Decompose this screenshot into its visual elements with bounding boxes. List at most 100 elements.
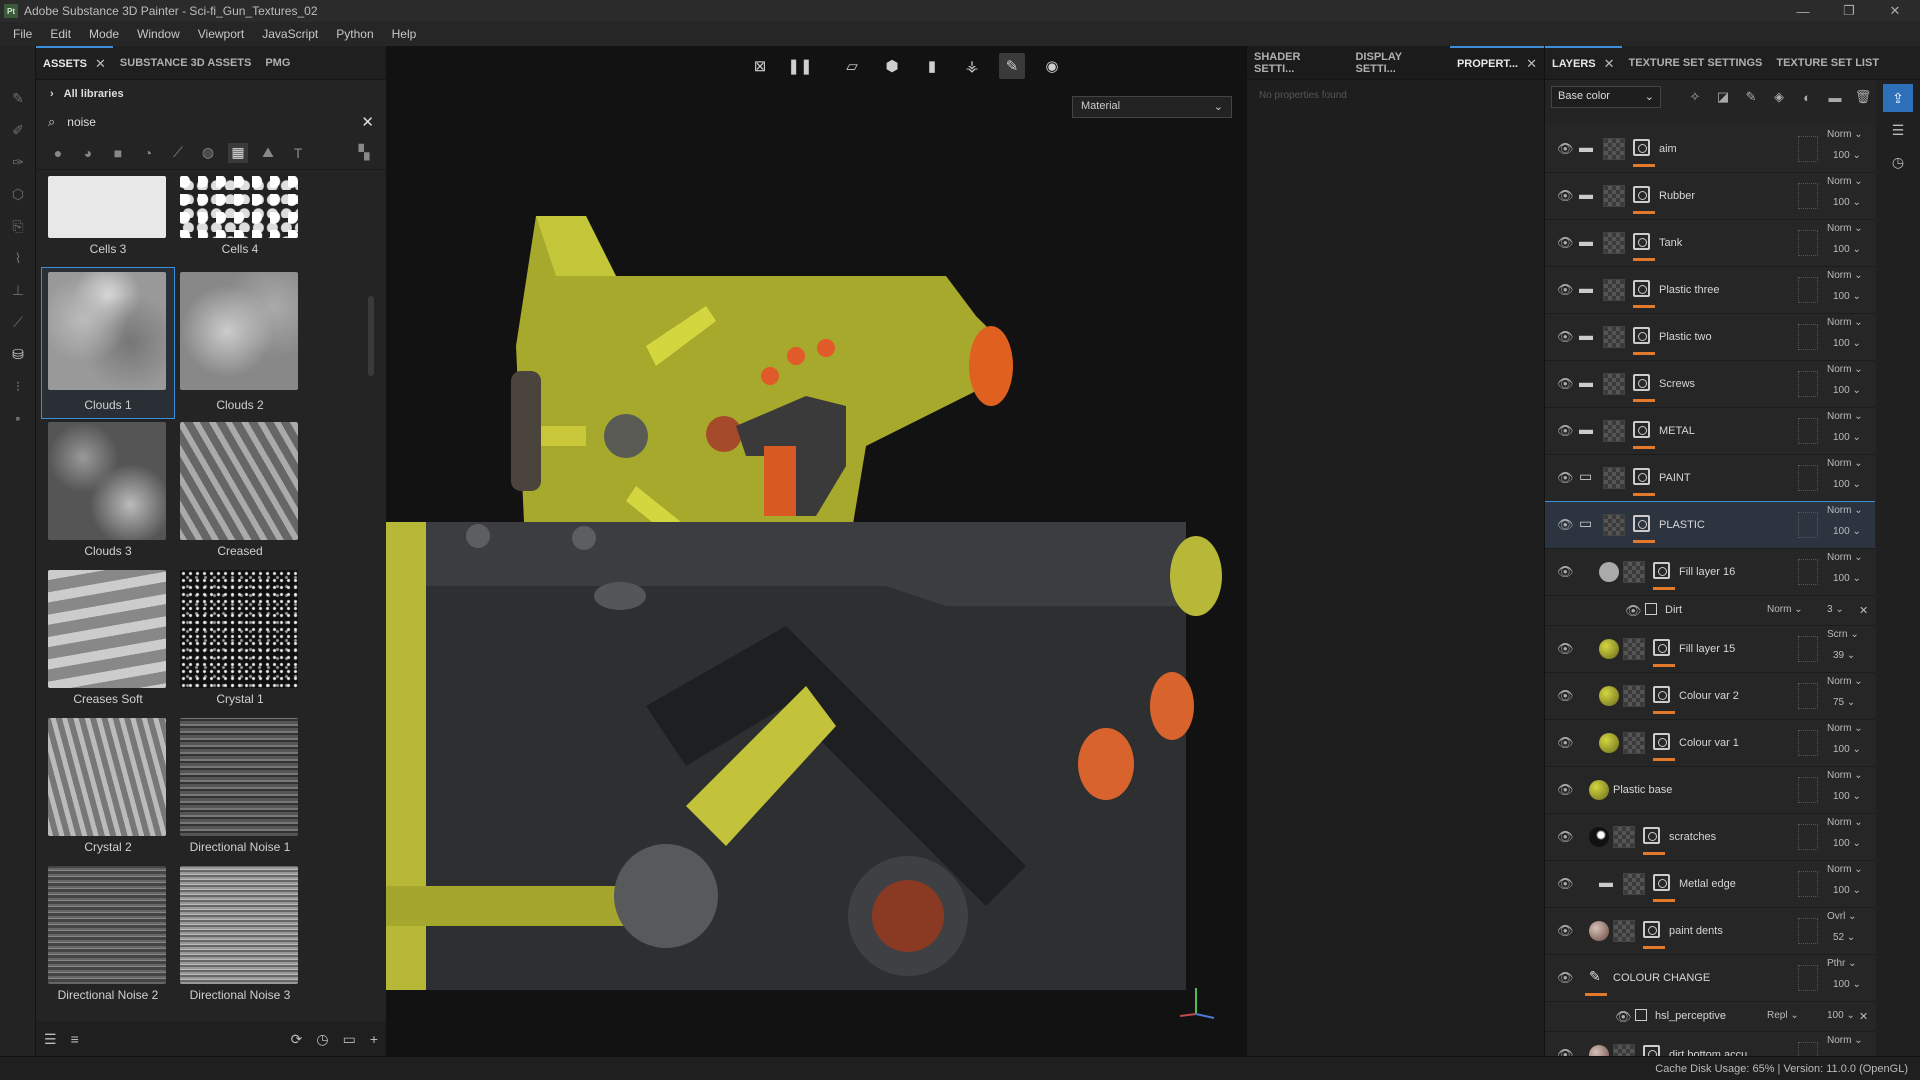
add-paint-layer-icon[interactable]: ✎	[1741, 87, 1761, 107]
opacity-field[interactable]: 100 ⌄	[1833, 338, 1861, 349]
filter-materials-icon[interactable]: ●	[48, 143, 68, 163]
export-icon[interactable]: ⇪	[1883, 84, 1913, 112]
layer-mask-slot[interactable]	[1798, 777, 1818, 803]
tab-pmg[interactable]: PMG	[258, 46, 297, 80]
opacity-field[interactable]: 100 ⌄	[1833, 479, 1861, 490]
layer-row[interactable]: 👁 ▬ Tank Norm ⌄ 100 ⌄	[1545, 220, 1875, 267]
blend-mode-select[interactable]: Norm ⌄	[1827, 317, 1863, 328]
hide-ui-icon[interactable]: ⊠	[747, 53, 773, 79]
visibility-eye-icon[interactable]: 👁	[1557, 517, 1574, 533]
pause-icon[interactable]: ❚❚	[787, 53, 813, 79]
layer-row[interactable]: 👁 ▬ aim Norm ⌄ 100 ⌄	[1545, 126, 1875, 173]
blend-mode-select[interactable]: Norm ⌄	[1827, 770, 1863, 781]
visibility-eye-icon[interactable]: 👁	[1557, 782, 1574, 798]
eraser-tool-icon[interactable]: ✐	[0, 114, 36, 146]
layer-row[interactable]: 👁 ▭ PAINT Norm ⌄ 100 ⌄	[1545, 455, 1875, 502]
menu-file[interactable]: File	[4, 27, 41, 41]
close-tab-icon[interactable]: ✕	[1604, 56, 1615, 72]
detail-view-icon[interactable]: ≡	[71, 1031, 79, 1047]
visibility-eye-icon[interactable]: 👁	[1557, 735, 1574, 751]
layer-row[interactable]: 👁 Fill layer 16 Norm ⌄ 100 ⌄	[1545, 549, 1875, 596]
object-mode-icon[interactable]: ⬢	[879, 53, 905, 79]
clone-tool-icon[interactable]: ⎘	[0, 210, 36, 242]
visibility-eye-icon[interactable]: 👁	[1557, 829, 1574, 845]
asset-thumb[interactable]: Directional Noise 3	[174, 862, 306, 1006]
blend-mode-select[interactable]: Repl ⌄	[1767, 1010, 1799, 1021]
blend-mode-select[interactable]: Norm ⌄	[1827, 552, 1863, 563]
blend-mode-select[interactable]: Norm ⌄	[1827, 723, 1863, 734]
tab-texture-set-list[interactable]: TEXTURE SET LIST	[1769, 46, 1886, 80]
layer-row[interactable]: 👁 ▬ Metlal edge Norm ⌄ 100 ⌄	[1545, 861, 1875, 908]
blend-mode-select[interactable]: Pthr ⌄	[1827, 958, 1857, 969]
visibility-eye-icon[interactable]: 👁	[1557, 141, 1574, 157]
delete-layer-icon[interactable]: 🗑	[1853, 87, 1873, 107]
filter-smart-materials-icon[interactable]: ◕	[78, 143, 98, 163]
clear-search-icon[interactable]: ✕	[361, 113, 374, 131]
smudge-tool-icon[interactable]: ⌇	[0, 242, 36, 274]
layer-row[interactable]: 👁 ▭ PLASTIC Norm ⌄ 100 ⌄	[1545, 501, 1875, 550]
close-icon[interactable]: ✕	[1872, 0, 1918, 22]
tab-shader-settings[interactable]: SHADER SETTI...	[1247, 46, 1348, 80]
close-tab-icon[interactable]: ✕	[95, 56, 106, 72]
blend-mode-select[interactable]: Norm ⌄	[1827, 176, 1863, 187]
blend-mode-select[interactable]: Norm ⌄	[1827, 411, 1863, 422]
layer-row[interactable]: 👁 ▬ Screws Norm ⌄ 100 ⌄	[1545, 361, 1875, 408]
layer-row[interactable]: 👁 ▬ Rubber Norm ⌄ 100 ⌄	[1545, 173, 1875, 220]
layer-mask-slot[interactable]	[1798, 230, 1818, 256]
menu-javascript[interactable]: JavaScript	[253, 27, 327, 41]
filter-smart-masks-icon[interactable]: ◔	[138, 143, 158, 163]
visibility-eye-icon[interactable]: 👁	[1557, 1047, 1574, 1056]
asset-thumb[interactable]: Directional Noise 2	[42, 862, 174, 1006]
visibility-eye-icon[interactable]: 👁	[1557, 235, 1574, 251]
grid-view-icon[interactable]: ▚	[354, 143, 374, 163]
paint-tool-icon[interactable]: ✎	[0, 82, 36, 114]
blend-mode-select[interactable]: Norm ⌄	[1827, 864, 1863, 875]
layer-mask-slot[interactable]	[1798, 559, 1818, 585]
opacity-field[interactable]: 75 ⌄	[1833, 697, 1855, 708]
list-view-icon[interactable]: ☰	[44, 1031, 57, 1048]
assets-icon[interactable]: ⛁	[0, 338, 36, 370]
opacity-field[interactable]: 3 ⌄	[1827, 604, 1844, 615]
refresh-icon[interactable]: ⟳	[291, 1031, 303, 1048]
layer-mask-slot[interactable]	[1798, 512, 1818, 538]
close-tab-icon[interactable]: ✕	[1526, 56, 1537, 72]
material-mode-select[interactable]: Material ⌄	[1072, 96, 1232, 118]
visibility-eye-icon[interactable]: 👁	[1557, 188, 1574, 204]
opacity-field[interactable]: 100 ⌄	[1833, 197, 1861, 208]
blend-mode-select[interactable]: Norm ⌄	[1827, 676, 1863, 687]
opacity-field[interactable]: 100 ⌄	[1833, 526, 1861, 537]
history-icon[interactable]: ⁝	[0, 370, 36, 402]
blend-mode-select[interactable]: Norm ⌄	[1767, 604, 1803, 615]
asset-thumb-selected[interactable]: Clouds 1	[41, 267, 175, 419]
log-icon[interactable]: ▪	[0, 402, 36, 434]
paint-mode-icon[interactable]: ✎	[999, 53, 1025, 79]
layer-row[interactable]: 👁 ▬ Plastic two Norm ⌄ 100 ⌄	[1545, 314, 1875, 361]
menu-python[interactable]: Python	[327, 27, 382, 41]
visibility-eye-icon[interactable]: 👁	[1557, 376, 1574, 392]
opacity-field[interactable]: 100 ⌄	[1827, 1010, 1855, 1021]
visibility-eye-icon[interactable]: 👁	[1557, 282, 1574, 298]
assets-scrollbar[interactable]	[368, 296, 374, 376]
blend-mode-select[interactable]: Norm ⌄	[1827, 458, 1863, 469]
opacity-field[interactable]: 100 ⌄	[1833, 150, 1861, 161]
tab-layers[interactable]: LAYERS ✕	[1545, 45, 1622, 80]
blend-mode-select[interactable]: Norm ⌄	[1827, 364, 1863, 375]
visibility-eye-icon[interactable]: 👁	[1557, 970, 1574, 986]
layer-row[interactable]: 👁 Colour var 1 Norm ⌄ 100 ⌄	[1545, 720, 1875, 767]
layer-effect-row[interactable]: 👁 Dirt Norm ⌄ 3 ⌄ ✕	[1545, 596, 1875, 626]
picker-tool-icon[interactable]: ⊥	[0, 274, 36, 306]
tab-texture-set-settings[interactable]: TEXTURE SET SETTINGS	[1622, 46, 1770, 80]
opacity-field[interactable]: 100 ⌄	[1833, 885, 1861, 896]
measure-tool-icon[interactable]: ⟋	[0, 306, 36, 338]
layer-mask-slot[interactable]	[1798, 277, 1818, 303]
symmetry-icon[interactable]: ⚶	[959, 53, 985, 79]
blend-mode-select[interactable]: Norm ⌄	[1827, 270, 1863, 281]
add-fill-layer-icon[interactable]: ◈	[1769, 87, 1789, 107]
blend-mode-select[interactable]: Norm ⌄	[1827, 505, 1863, 516]
visibility-eye-icon[interactable]: 👁	[1557, 470, 1574, 486]
asset-thumb[interactable]: Clouds 3	[42, 418, 174, 566]
filter-text-icon[interactable]: T	[288, 143, 308, 163]
layer-row[interactable]: 👁 paint dents Ovrl ⌄ 52 ⌄	[1545, 908, 1875, 955]
layer-mask-slot[interactable]	[1798, 136, 1818, 162]
layer-mask-slot[interactable]	[1798, 465, 1818, 491]
